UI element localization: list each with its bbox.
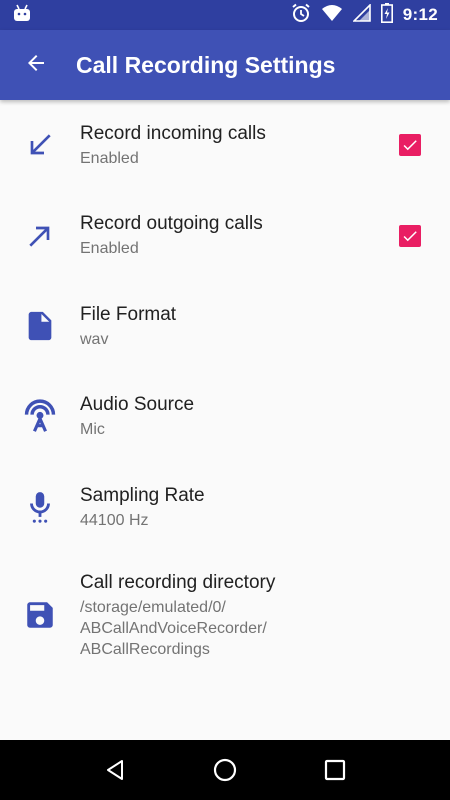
back-button[interactable]	[0, 30, 72, 100]
navigation-bar	[0, 740, 450, 800]
setting-file-format[interactable]: File Format wav	[0, 281, 450, 372]
incoming-checkbox[interactable]	[399, 134, 421, 157]
page-title: Call Recording Settings	[76, 51, 336, 78]
antenna-icon	[20, 397, 60, 437]
save-icon	[20, 595, 60, 635]
outgoing-checkbox[interactable]	[399, 224, 421, 247]
nav-recents-button[interactable]	[310, 745, 360, 795]
setting-title: Record incoming calls	[80, 122, 266, 144]
signal-icon	[351, 2, 371, 27]
status-time: 9:12	[402, 5, 438, 24]
battery-charging-icon	[380, 2, 393, 28]
setting-title: Record outgoing calls	[80, 213, 263, 235]
call-received-icon	[20, 125, 60, 165]
setting-summary: wav	[80, 330, 109, 348]
setting-audio-source[interactable]: Audio Source Mic	[0, 372, 450, 463]
setting-title: Audio Source	[80, 394, 195, 416]
setting-title: Sampling Rate	[80, 484, 205, 506]
status-bar: 9:12	[0, 0, 450, 30]
file-icon	[20, 306, 60, 346]
setting-summary: 44100 Hz	[80, 511, 149, 529]
check-icon	[403, 230, 417, 241]
setting-title: Call recording directory	[80, 571, 276, 593]
setting-summary: /storage/emulated/0/ ABCallAndVoiceRecor…	[80, 598, 267, 658]
setting-record-outgoing[interactable]: Record outgoing calls Enabled	[0, 191, 450, 282]
settings-list: Record incoming calls Enabled Record out…	[0, 100, 450, 678]
recents-square-icon	[324, 759, 346, 781]
alarm-icon	[291, 3, 311, 28]
setting-summary: Enabled	[80, 240, 139, 258]
call-made-icon	[20, 216, 60, 256]
setting-summary: Mic	[80, 421, 105, 439]
check-icon	[403, 140, 417, 151]
nav-home-button[interactable]	[200, 745, 250, 795]
home-circle-icon	[213, 758, 237, 782]
setting-recording-directory[interactable]: Call recording directory /storage/emulat…	[0, 553, 450, 678]
setting-summary: Enabled	[80, 149, 139, 167]
setting-sampling-rate[interactable]: Sampling Rate 44100 Hz	[0, 462, 450, 553]
nav-back-button[interactable]	[90, 745, 140, 795]
setting-title: File Format	[80, 303, 177, 325]
wifi-icon	[321, 4, 343, 27]
microphone-icon	[20, 487, 60, 527]
arrow-back-icon	[24, 51, 48, 80]
setting-record-incoming[interactable]: Record incoming calls Enabled	[0, 100, 450, 191]
app-bar: Call Recording Settings	[0, 30, 450, 100]
android-icon	[12, 4, 32, 27]
back-triangle-icon	[107, 760, 123, 780]
